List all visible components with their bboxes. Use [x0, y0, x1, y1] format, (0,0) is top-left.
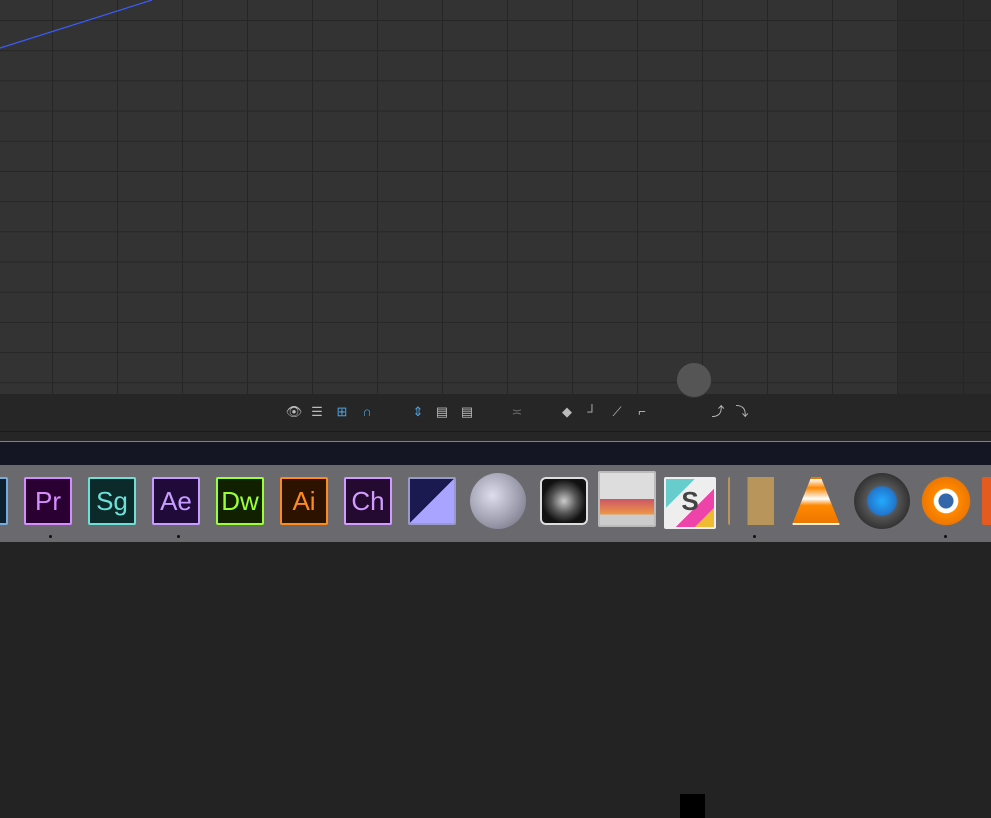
user-avatar-overlay — [676, 362, 712, 398]
running-indicator — [753, 535, 756, 538]
dock-app-speedgrade[interactable]: Sg — [88, 477, 136, 525]
app-label: Pr — [35, 486, 61, 516]
dock-app-partial-right[interactable] — [982, 477, 991, 525]
dock-app-quicktime[interactable] — [854, 473, 910, 529]
transform-box-icon[interactable]: ⊞ — [332, 404, 352, 420]
value-curve[interactable] — [0, 0, 991, 394]
dock: Pr Sg Ae Dw Ai Ch S — [0, 465, 991, 542]
easy-ease-icon[interactable] — [680, 794, 705, 818]
dock-app-vlc[interactable] — [792, 477, 840, 525]
graph-fit-all-icon[interactable]: ▤ — [457, 404, 477, 420]
fit-zoom-icon[interactable]: ⇕ — [408, 404, 428, 420]
easy-ease-out-icon[interactable]: ⤵ — [732, 404, 752, 420]
keyframe-diamond-icon[interactable]: ◆ — [557, 404, 577, 420]
dock-app-partial[interactable] — [0, 477, 8, 525]
app-label: Ch — [351, 486, 385, 516]
running-indicator — [49, 535, 52, 538]
dock-app-moon[interactable] — [470, 473, 526, 529]
dock-app-after-effects[interactable]: Ae — [152, 477, 200, 525]
dock-app-garageband[interactable] — [728, 477, 776, 525]
graph-fit-selection-icon[interactable]: ▤ — [432, 404, 452, 420]
dock-app-media-encoder[interactable] — [408, 477, 456, 525]
running-indicator — [944, 535, 947, 538]
easy-ease-in-icon[interactable]: ⤴ — [708, 404, 728, 420]
dock-app-premiere[interactable]: Pr — [24, 477, 72, 525]
separate-dimensions-icon[interactable]: ≍ — [507, 404, 527, 420]
dock-app-character-animator[interactable]: Ch — [344, 477, 392, 525]
desktop-background — [0, 442, 991, 466]
dock-app-logic-pro[interactable] — [540, 477, 588, 525]
linear-keyframe-icon[interactable]: ⟋ — [607, 404, 627, 420]
dock-app-slack[interactable]: S — [664, 477, 716, 529]
auto-bezier-icon[interactable]: ⌐ — [632, 404, 652, 420]
snap-magnet-icon[interactable]: ∩ — [357, 404, 377, 420]
dock-app-blender[interactable] — [918, 473, 974, 529]
app-label: Sg — [96, 486, 128, 516]
graph-toolbar: 👁 ☰ ⊞ ∩ ⇕ ▤ ▤ ≍ ◆ ┘ ⟋ ⌐ ⤴ ⤵ — [0, 394, 991, 818]
panel-footer — [0, 432, 991, 441]
list-icon[interactable]: ☰ — [307, 404, 327, 420]
eye-icon[interactable]: 👁 — [284, 404, 304, 420]
app-label: Dw — [221, 486, 259, 516]
app-label: Ae — [160, 486, 192, 516]
dock-app-preview[interactable] — [598, 471, 656, 527]
app-label: Ai — [292, 486, 316, 516]
dock-app-dreamweaver[interactable]: Dw — [216, 477, 264, 525]
running-indicator — [177, 535, 180, 538]
hold-keyframe-icon[interactable]: ┘ — [582, 404, 602, 420]
dock-app-illustrator[interactable]: Ai — [280, 477, 328, 525]
